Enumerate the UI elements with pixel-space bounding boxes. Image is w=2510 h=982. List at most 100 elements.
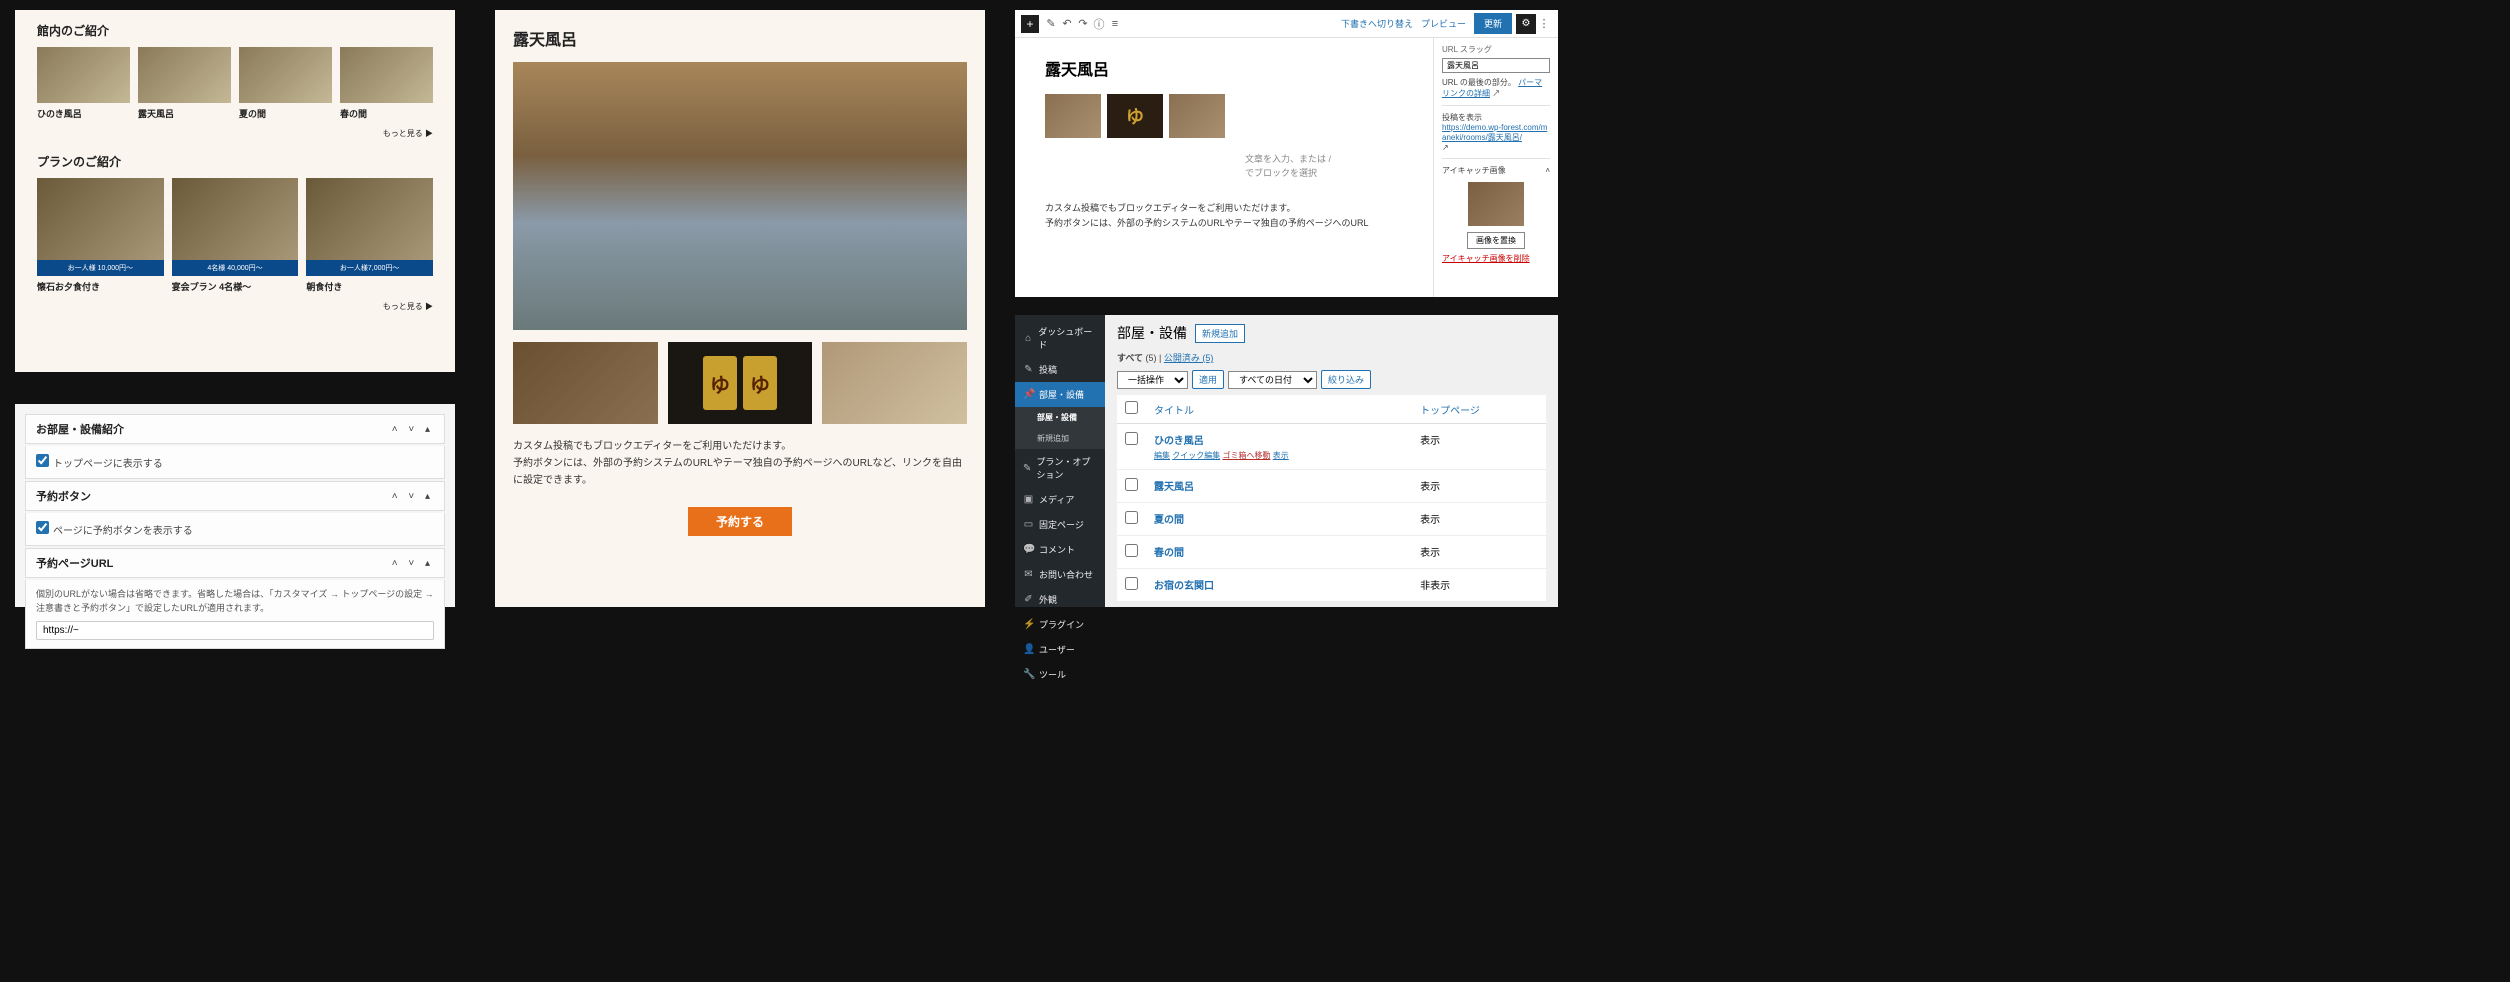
menu-rooms[interactable]: 📌部屋・設備	[1015, 382, 1105, 407]
col-title[interactable]: タイトル	[1146, 395, 1412, 424]
reserve-button[interactable]: 予約する	[688, 507, 792, 536]
row-title[interactable]: ひのき風呂	[1154, 436, 1204, 447]
menu-pages[interactable]: ▭固定ページ	[1015, 512, 1105, 537]
metabox-header[interactable]: 予約ページURL˄ ˅ ▴	[25, 548, 445, 578]
menu-tools[interactable]: 🔧ツール	[1015, 662, 1105, 687]
menu-appearance[interactable]: ✐外観	[1015, 587, 1105, 612]
table-row[interactable]: お宿の玄関口非表示	[1117, 569, 1546, 602]
chevron-icons[interactable]: ˄ ˅ ▴	[392, 491, 434, 502]
filter-all[interactable]: すべて	[1117, 353, 1143, 363]
settings-gear-button[interactable]: ⚙	[1516, 14, 1536, 34]
menu-users[interactable]: 👤ユーザー	[1015, 637, 1105, 662]
more-link[interactable]: もっと見る ▶	[37, 301, 433, 312]
metabox-title: お部屋・設備紹介	[36, 421, 124, 437]
menu-posts[interactable]: ✎投稿	[1015, 357, 1105, 382]
more-icon[interactable]: ⋮	[1536, 17, 1552, 30]
list-icon[interactable]: ≡	[1107, 18, 1123, 30]
show-reserve-checkbox[interactable]: ページに予約ボタンを表示する	[36, 526, 193, 537]
apply-button[interactable]: 適用	[1192, 370, 1224, 389]
checkbox-input[interactable]	[1125, 401, 1138, 414]
pencil-icon[interactable]: ✎	[1043, 17, 1059, 30]
table-row[interactable]: ひのき風呂編集 クイック編集 ゴミ箱へ移動 表示表示	[1117, 424, 1546, 470]
view-link[interactable]: 表示	[1273, 451, 1289, 460]
add-block-button[interactable]: +	[1021, 15, 1039, 33]
submenu-rooms-list[interactable]: 部屋・設備	[1015, 407, 1105, 428]
show-on-top-checkbox[interactable]: トップページに表示する	[36, 459, 163, 470]
delete-eyecatch-link[interactable]: アイキャッチ画像を削除	[1442, 253, 1550, 264]
switch-draft-link[interactable]: 下書きへ切り替え	[1341, 17, 1413, 30]
block-placeholder[interactable]: 文章を入力、または / でブロックを選択	[1245, 152, 1403, 181]
menu-plugins[interactable]: ⚡プラグイン	[1015, 612, 1105, 637]
gallery-thumb[interactable]	[822, 342, 967, 424]
table-row[interactable]: 露天風呂表示	[1117, 470, 1546, 503]
row-checkbox[interactable]	[1125, 577, 1138, 590]
update-button[interactable]: 更新	[1474, 13, 1512, 34]
replace-image-button[interactable]: 画像を置換	[1467, 232, 1525, 249]
frontend-preview-panel: 館内のご紹介 ひのき風呂 露天風呂 夏の間 春の間 もっと見る ▶ プランのご紹…	[15, 10, 455, 372]
paragraph-block[interactable]: 予約ボタンには、外部の予約システムのURLやテーマ独自の予約ページへのURL	[1045, 216, 1403, 231]
row-checkbox[interactable]	[1125, 544, 1138, 557]
edit-link[interactable]: 編集	[1154, 451, 1170, 460]
gallery-image[interactable]	[1169, 94, 1225, 138]
table-row[interactable]: 夏の間表示	[1117, 503, 1546, 536]
gallery-image[interactable]	[1045, 94, 1101, 138]
post-title[interactable]: 露天風呂	[1045, 56, 1403, 80]
filter-button[interactable]: 絞り込み	[1321, 370, 1371, 389]
room-item[interactable]: 夏の間	[239, 47, 332, 120]
trash-link[interactable]: ゴミ箱へ移動	[1222, 451, 1270, 460]
info-icon[interactable]: ⓘ	[1091, 16, 1107, 32]
chevron-up-icon[interactable]: ˄	[1545, 166, 1550, 175]
redo-icon[interactable]: ↷	[1075, 17, 1091, 30]
gallery-thumb[interactable]: ゆゆ	[668, 342, 813, 424]
room-label: 春の間	[340, 107, 433, 120]
editor-canvas[interactable]: 露天風呂 ゆ 文章を入力、または / でブロックを選択 カスタム投稿でもブロック…	[1015, 38, 1433, 297]
eyecatch-preview[interactable]	[1468, 182, 1524, 226]
chevron-icons[interactable]: ˄ ˅ ▴	[392, 558, 434, 569]
slug-input[interactable]	[1442, 58, 1550, 73]
menu-contact[interactable]: ✉お問い合わせ	[1015, 562, 1105, 587]
menu-plans[interactable]: ✎プラン・オプション	[1015, 449, 1105, 487]
plan-item[interactable]: お一人様7,000円〜朝食付き	[306, 178, 433, 293]
filter-published[interactable]: 公開済み (5)	[1164, 353, 1214, 363]
paragraph-block[interactable]: カスタム投稿でもブロックエディターをご利用いただけます。	[1045, 201, 1403, 216]
metabox-header[interactable]: お部屋・設備紹介 ˄ ˅ ▴	[25, 414, 445, 444]
row-checkbox[interactable]	[1125, 511, 1138, 524]
row-checkbox[interactable]	[1125, 432, 1138, 445]
reserve-url-input[interactable]	[36, 621, 434, 640]
row-title[interactable]: 夏の間	[1154, 515, 1184, 526]
room-item[interactable]: 春の間	[340, 47, 433, 120]
more-link[interactable]: もっと見る ▶	[37, 128, 433, 139]
plugin-icon: ⚡	[1023, 619, 1034, 630]
room-item[interactable]: 露天風呂	[138, 47, 231, 120]
row-title[interactable]: 露天風呂	[1154, 482, 1194, 493]
undo-icon[interactable]: ↶	[1059, 17, 1075, 30]
row-title[interactable]: 春の間	[1154, 548, 1184, 559]
gallery-block[interactable]: ゆ	[1045, 94, 1403, 138]
add-new-button[interactable]: 新規追加	[1195, 324, 1245, 343]
menu-media[interactable]: ▣メディア	[1015, 487, 1105, 512]
row-checkbox[interactable]	[1125, 478, 1138, 491]
menu-dashboard[interactable]: ⌂ダッシュボード	[1015, 319, 1105, 357]
quickedit-link[interactable]: クイック編集	[1172, 451, 1220, 460]
chevron-icons[interactable]: ˄ ˅ ▴	[392, 424, 434, 435]
submenu-rooms-add[interactable]: 新規追加	[1015, 428, 1105, 449]
gallery-image[interactable]: ゆ	[1107, 94, 1163, 138]
date-filter-select[interactable]: すべての日付	[1228, 371, 1317, 389]
checkbox-input[interactable]	[36, 454, 49, 467]
preview-link[interactable]: プレビュー	[1421, 17, 1466, 30]
plan-item[interactable]: 4名様 40,000円〜宴会プラン 4名様〜	[172, 178, 299, 293]
row-title[interactable]: お宿の玄関口	[1154, 581, 1214, 592]
checkbox-input[interactable]	[36, 521, 49, 534]
room-item[interactable]: ひのき風呂	[37, 47, 130, 120]
gallery-thumb[interactable]	[513, 342, 658, 424]
menu-comments[interactable]: 💬コメント	[1015, 537, 1105, 562]
preview-url-link[interactable]: https://demo.wp-forest.com/maneki/rooms/…	[1442, 123, 1550, 143]
metabox-header[interactable]: 予約ボタン˄ ˅ ▴	[25, 481, 445, 511]
menu-label: 外観	[1039, 593, 1057, 606]
bulk-action-select[interactable]: 一括操作	[1117, 371, 1188, 389]
metabox-settings-panel: お部屋・設備紹介 ˄ ˅ ▴ トップページに表示する 予約ボタン˄ ˅ ▴ ページ…	[15, 404, 455, 607]
select-all-checkbox[interactable]	[1117, 395, 1146, 424]
col-toppage[interactable]: トップページ	[1412, 395, 1546, 424]
plan-item[interactable]: お一人様 10,000円〜懐石お夕食付き	[37, 178, 164, 293]
table-row[interactable]: 春の間表示	[1117, 536, 1546, 569]
